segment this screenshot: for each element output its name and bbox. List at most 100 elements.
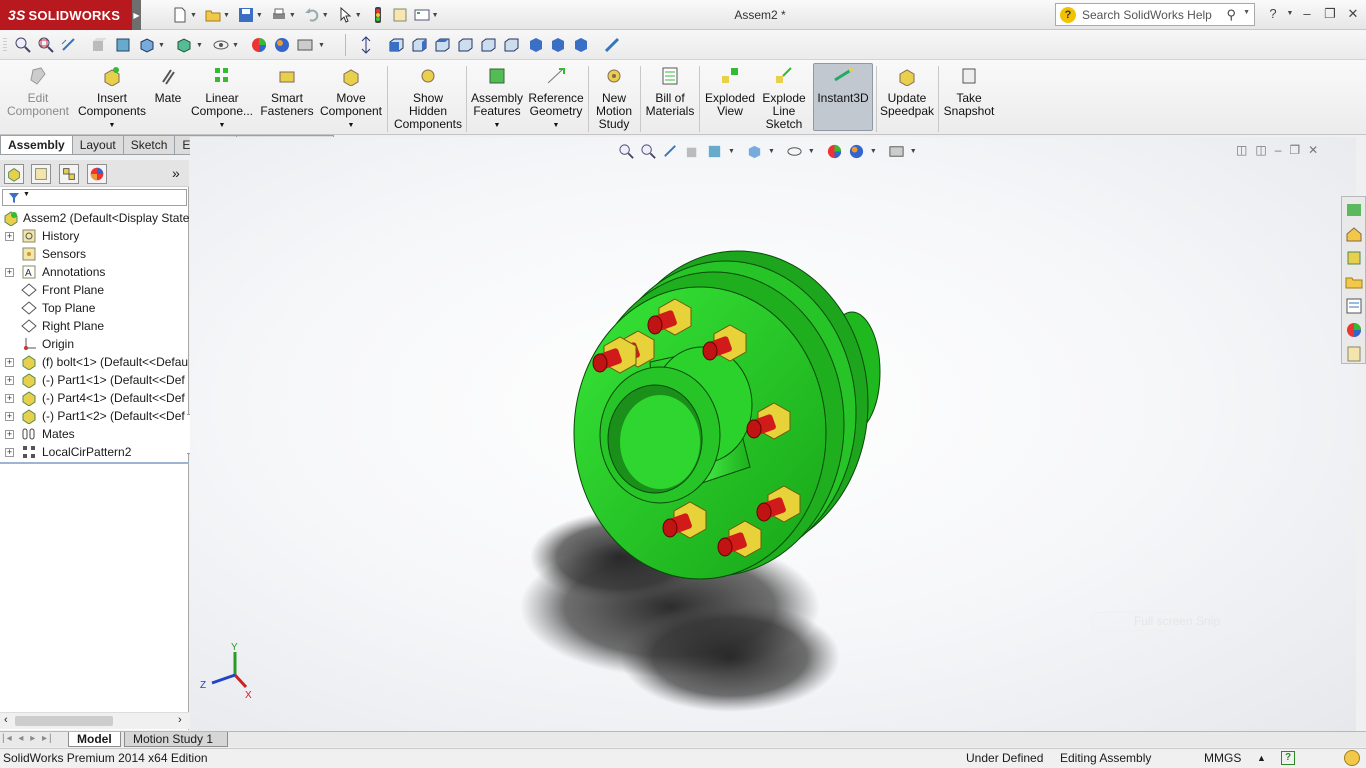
assembly-model-viewport[interactable]: Y X Z — [190, 137, 1356, 731]
chevron-down-icon[interactable]: ▼ — [196, 42, 203, 49]
expand-icon[interactable]: + — [5, 448, 14, 457]
chevron-down-icon[interactable]: ▼ — [1243, 9, 1250, 16]
view-trimetric-icon[interactable] — [549, 36, 567, 54]
chevron-down-icon[interactable]: ▼ — [23, 191, 30, 198]
file-explorer-icon[interactable] — [1345, 273, 1363, 291]
assembly-features-button[interactable]: Assembly Features ▼ — [470, 64, 524, 132]
take-snapshot-button[interactable]: Take Snapshot — [942, 64, 996, 132]
help-icon[interactable]: ? — [1264, 6, 1282, 22]
open-folder-icon[interactable] — [205, 7, 221, 23]
close-icon[interactable]: ✕ — [1344, 6, 1362, 22]
exploded-view-button[interactable]: Exploded View — [703, 64, 757, 132]
expand-icon[interactable]: + — [5, 358, 14, 367]
show-hidden-components-button[interactable]: Show Hidden Components — [392, 64, 464, 132]
view-settings-icon[interactable] — [296, 36, 314, 54]
tree-node[interactable]: + History — [0, 227, 189, 245]
tree-node[interactable]: + (-) Part4<1> (Default<<Def — [0, 389, 189, 407]
zoom-to-fit-icon[interactable] — [14, 36, 32, 54]
search-icon[interactable]: ⚲ — [1226, 7, 1236, 23]
chevron-down-icon[interactable]: ▼ — [158, 42, 165, 49]
expand-icon[interactable]: + — [5, 376, 14, 385]
view-top-icon[interactable] — [479, 36, 497, 54]
tab-scroll-arrows[interactable]: |◂ ◂ ▸ ▸| — [2, 733, 54, 744]
custom-properties-icon[interactable] — [1345, 345, 1363, 363]
tree-node[interactable]: + (-) Part1<1> (Default<<Def — [0, 371, 189, 389]
display-manager-tab-icon[interactable] — [87, 164, 107, 184]
chevron-down-icon[interactable]: ▼ — [256, 12, 263, 19]
previous-view-icon[interactable] — [60, 36, 78, 54]
view-isometric-icon[interactable] — [527, 36, 545, 54]
view-orientation-icon[interactable] — [138, 36, 156, 54]
dynamic-annotation-icon[interactable] — [114, 36, 132, 54]
expand-icon[interactable]: + — [5, 268, 14, 277]
display-style-icon[interactable] — [175, 36, 193, 54]
tree-node[interactable]: Assem2 (Default<Display State — [0, 209, 189, 227]
tree-node[interactable]: Origin — [0, 335, 189, 353]
tree-node[interactable]: Right Plane — [0, 317, 189, 335]
scroll-left-icon[interactable]: ‹ — [4, 714, 8, 726]
chevron-down-icon[interactable]: ▼ — [190, 12, 197, 19]
expand-panel-icon[interactable]: » — [172, 165, 180, 181]
edit-appearance-icon[interactable] — [250, 36, 268, 54]
chevron-down-icon[interactable]: ▼ — [318, 42, 325, 49]
configuration-manager-tab-icon[interactable] — [59, 164, 79, 184]
zoom-to-area-icon[interactable] — [37, 36, 55, 54]
menu-expand-arrow[interactable]: ▶ — [132, 0, 141, 30]
tab-sketch[interactable]: Sketch — [123, 135, 176, 155]
help-search-input[interactable]: ? Search SolidWorks Help ⚲ ▼ — [1055, 3, 1255, 26]
graphics-area[interactable]: ▼ ▼ ▼ ▼ ▼ ◫ ◫ – ❐ ✕ Y X Z Full screen Sn… — [190, 137, 1356, 731]
property-manager-tab-icon[interactable] — [31, 164, 51, 184]
options-icon[interactable] — [414, 7, 430, 23]
tab-layout[interactable]: Layout — [72, 135, 124, 155]
undo-icon[interactable] — [304, 7, 320, 23]
tree-filter-input[interactable]: ▼ — [2, 189, 187, 206]
tree-node[interactable]: Sensors — [0, 245, 189, 263]
expand-icon[interactable]: + — [5, 394, 14, 403]
tree-node[interactable]: Front Plane — [0, 281, 189, 299]
chevron-down-icon[interactable]: ▼ — [355, 12, 362, 19]
tree-node[interactable]: + LocalCirPattern2 — [0, 443, 189, 461]
move-component-button[interactable]: Move Component ▼ — [318, 64, 384, 132]
chevron-down-icon[interactable]: ▼ — [289, 12, 296, 19]
new-motion-study-button[interactable]: New Motion Study — [592, 64, 636, 132]
tree-node[interactable]: + (f) bolt<1> (Default<<Defau — [0, 353, 189, 371]
view-bottom-icon[interactable] — [502, 36, 520, 54]
tab-motion-study-1[interactable]: Motion Study 1 — [124, 732, 228, 747]
view-palette-icon[interactable] — [1345, 297, 1363, 315]
view-back-icon[interactable] — [410, 36, 428, 54]
view-dimetric-icon[interactable] — [572, 36, 590, 54]
chevron-down-icon[interactable]: ▼ — [188, 119, 256, 132]
filter-icon[interactable] — [8, 192, 22, 204]
solidworks-logo[interactable]: 3S SOLIDWORKS — [0, 0, 132, 30]
linear-pattern-button[interactable]: Linear Compone... ▼ — [188, 64, 256, 132]
edit-component-button[interactable]: Edit Component — [6, 64, 70, 132]
chevron-down-icon[interactable]: ▼ — [232, 42, 239, 49]
tree-node[interactable]: + A Annotations — [0, 263, 189, 281]
explode-line-sketch-button[interactable]: Explode Line Sketch — [758, 64, 810, 132]
horizontal-scrollbar[interactable]: ‹ › — [0, 712, 189, 729]
tab-model[interactable]: Model — [68, 732, 121, 747]
instant3d-button[interactable]: Instant3D — [813, 63, 873, 131]
chevron-down-icon[interactable]: ▼ — [76, 119, 148, 132]
tree-node[interactable]: + (-) Part1<2> (Default<<Def — [0, 407, 189, 425]
mate-button[interactable]: Mate — [152, 64, 184, 132]
chevron-down-icon[interactable]: ▼ — [1281, 6, 1299, 22]
feature-manager-tab-icon[interactable] — [4, 164, 24, 184]
insert-components-button[interactable]: Insert Components ▼ — [76, 64, 148, 132]
chevron-down-icon[interactable]: ▼ — [322, 12, 329, 19]
help-icon[interactable]: ? — [1281, 751, 1295, 765]
chevron-down-icon[interactable]: ▼ — [223, 12, 230, 19]
new-document-icon[interactable] — [172, 7, 188, 23]
file-properties-icon[interactable] — [392, 7, 408, 23]
smart-fasteners-button[interactable]: Smart Fasteners — [258, 64, 316, 132]
tree-node[interactable]: Top Plane — [0, 299, 189, 317]
appearances-icon[interactable] — [1345, 321, 1363, 339]
minimize-icon[interactable]: – — [1298, 6, 1316, 22]
home-icon[interactable] — [1345, 225, 1363, 243]
section-view-icon[interactable] — [90, 36, 108, 54]
chevron-down-icon[interactable]: ▼ — [470, 119, 524, 132]
restore-icon[interactable]: ❐ — [1321, 6, 1339, 22]
measure-icon[interactable] — [603, 36, 621, 54]
print-icon[interactable] — [271, 7, 287, 23]
chevron-up-icon[interactable]: ▲ — [1257, 749, 1266, 768]
